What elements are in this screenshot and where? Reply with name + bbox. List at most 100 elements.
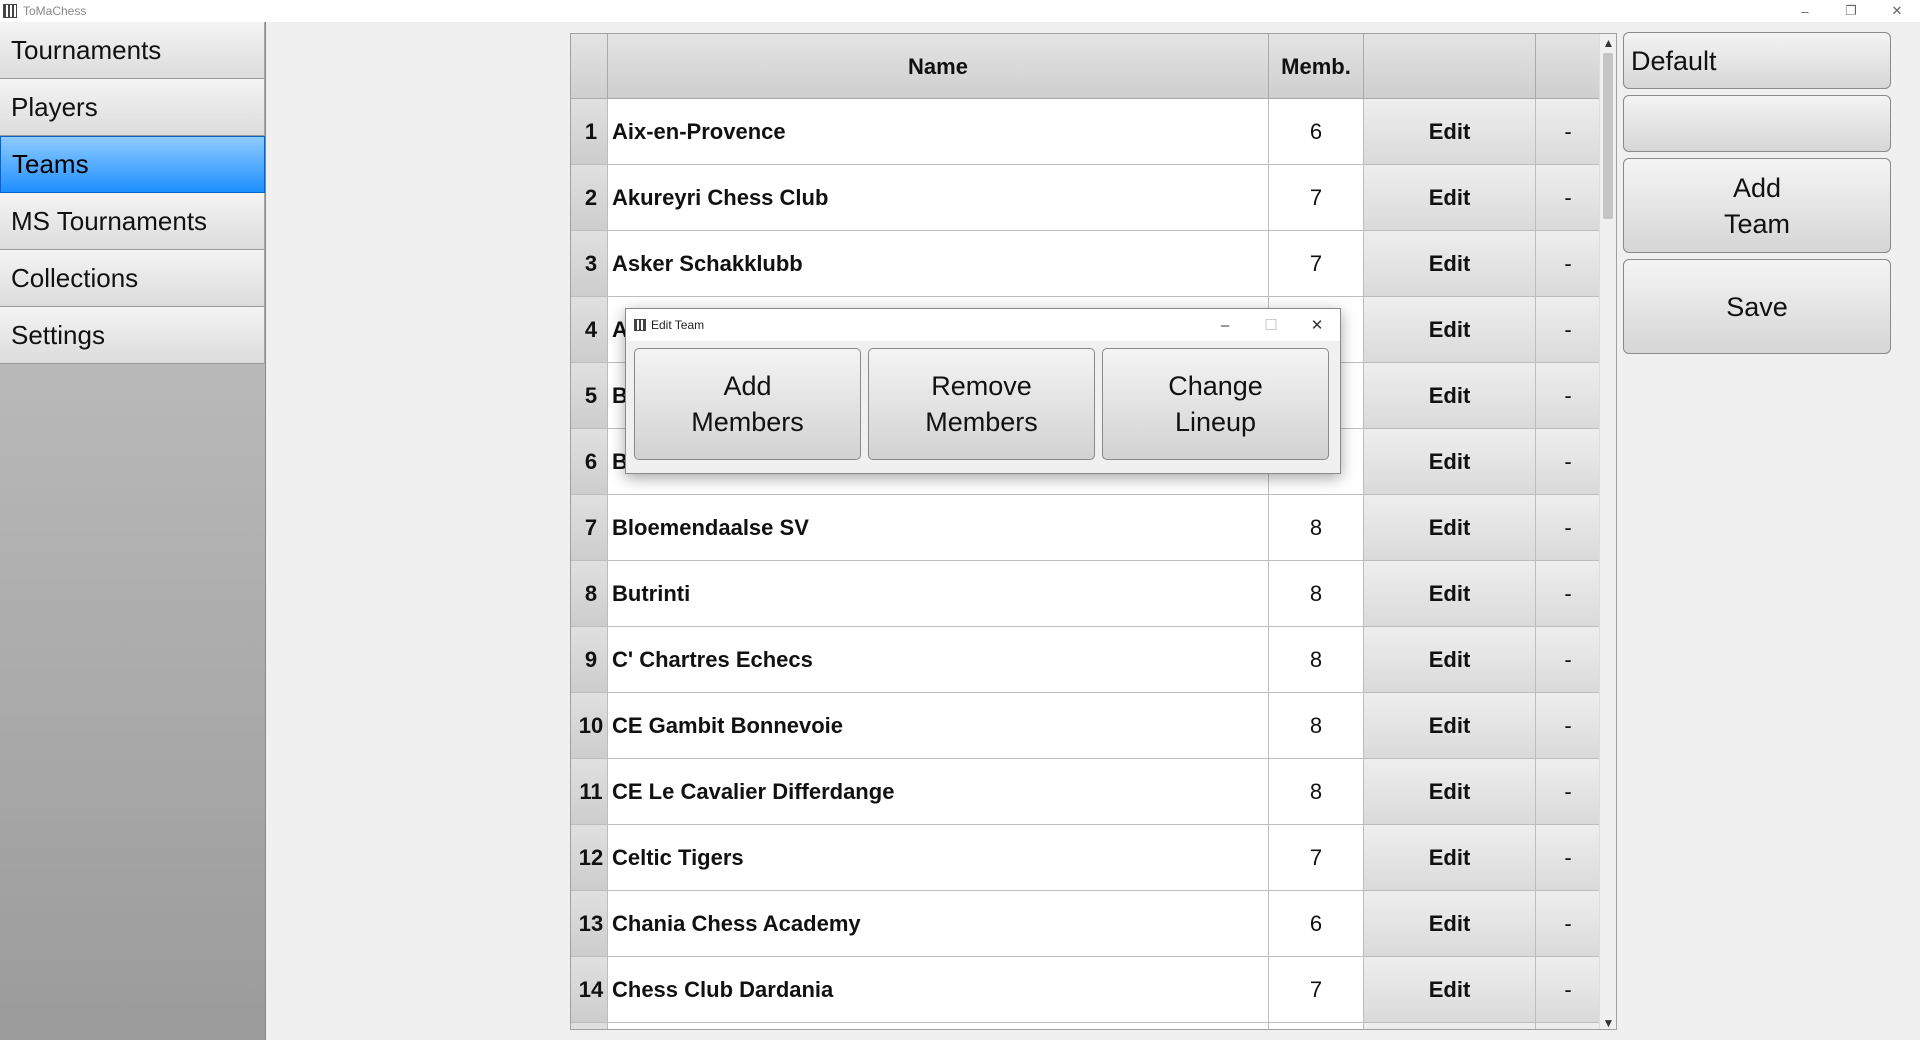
blank-button[interactable] [1623, 95, 1891, 152]
table-scrollbar[interactable]: ▲ ▼ [1599, 34, 1616, 1030]
scrollbar-thumb[interactable] [1603, 53, 1613, 219]
team-name: CE Gambit Bonnevoie [608, 693, 1269, 758]
header-name[interactable]: Name [608, 34, 1269, 99]
sidebar-item-teams[interactable]: Teams [0, 136, 265, 193]
scroll-up-icon[interactable]: ▲ [1600, 34, 1616, 51]
edit-team-dialog: Edit Team – ☐ ✕ Add Members Remove Membe… [625, 308, 1341, 474]
close-icon[interactable]: ✕ [1874, 0, 1920, 22]
dialog-maximize-icon: ☐ [1264, 317, 1278, 334]
add-members-button[interactable]: Add Members [634, 348, 861, 460]
default-button[interactable]: Default [1623, 32, 1891, 89]
table-body: 1 Aix-en-Provence 6 Edit -2 Akureyri Chess Cl… [571, 99, 1601, 1029]
edit-button[interactable]: Edit [1364, 627, 1536, 692]
row-index: 7 [571, 495, 608, 560]
row-index: 1 [571, 99, 608, 164]
remove-button[interactable] [1536, 1023, 1601, 1029]
edit-button[interactable]: Edit [1364, 231, 1536, 296]
edit-button[interactable]: Edit [1364, 99, 1536, 164]
table-row[interactable]: 9 C' Chartres Echecs 8 Edit - [571, 627, 1601, 693]
remove-button[interactable]: - [1536, 891, 1601, 956]
edit-button[interactable]: Edit [1364, 891, 1536, 956]
row-index: 14 [571, 957, 608, 1022]
edit-button[interactable]: Edit [1364, 363, 1536, 428]
edit-button[interactable]: Edit [1364, 429, 1536, 494]
right-panel: Default Add Team Save [1623, 32, 1891, 360]
dialog-minimize-icon[interactable]: – [1202, 309, 1248, 341]
add-team-button[interactable]: Add Team [1623, 158, 1891, 253]
table-row[interactable] [571, 1023, 1601, 1029]
edit-button[interactable]: Edit [1364, 693, 1536, 758]
remove-button[interactable]: - [1536, 165, 1601, 230]
minimize-icon[interactable]: – [1782, 0, 1828, 22]
member-count: 7 [1269, 825, 1364, 890]
edit-button[interactable]: Edit [1364, 561, 1536, 626]
team-name: CE Le Cavalier Differdange [608, 759, 1269, 824]
remove-members-button[interactable]: Remove Members [868, 348, 1095, 460]
edit-button[interactable]: Edit [1364, 297, 1536, 362]
window-title: ToMaChess [23, 4, 87, 18]
table-row[interactable]: 7 Bloemendaalse SV 8 Edit - [571, 495, 1601, 561]
app-icon [3, 4, 17, 18]
table-row[interactable]: 8 Butrinti 8 Edit - [571, 561, 1601, 627]
member-count [1269, 1023, 1364, 1029]
remove-button[interactable]: - [1536, 693, 1601, 758]
sidebar-item-collections[interactable]: Collections [0, 250, 265, 307]
team-name [608, 1023, 1269, 1029]
edit-button[interactable]: Edit [1364, 825, 1536, 890]
table-row[interactable]: 14 Chess Club Dardania 7 Edit - [571, 957, 1601, 1023]
edit-button[interactable] [1364, 1023, 1536, 1029]
edit-button[interactable]: Edit [1364, 957, 1536, 1022]
sidebar-item-tournaments[interactable]: Tournaments [0, 22, 265, 79]
remove-button[interactable]: - [1536, 297, 1601, 362]
member-count: 6 [1269, 99, 1364, 164]
sidebar-item-settings[interactable]: Settings [0, 307, 265, 364]
member-count: 8 [1269, 627, 1364, 692]
remove-button[interactable]: - [1536, 429, 1601, 494]
remove-button[interactable]: - [1536, 957, 1601, 1022]
table-row[interactable]: 13 Chania Chess Academy 6 Edit - [571, 891, 1601, 957]
dialog-app-icon [634, 319, 646, 331]
team-name: Chania Chess Academy [608, 891, 1269, 956]
row-index: 3 [571, 231, 608, 296]
remove-button[interactable]: - [1536, 99, 1601, 164]
edit-button[interactable]: Edit [1364, 759, 1536, 824]
edit-button[interactable]: Edit [1364, 495, 1536, 560]
restore-icon[interactable]: ❐ [1828, 0, 1874, 22]
header-members[interactable]: Memb. [1269, 34, 1364, 99]
remove-button[interactable]: - [1536, 825, 1601, 890]
save-button[interactable]: Save [1623, 259, 1891, 354]
row-index: 13 [571, 891, 608, 956]
member-count: 7 [1269, 231, 1364, 296]
sidebar-item-players[interactable]: Players [0, 79, 265, 136]
remove-button[interactable]: - [1536, 363, 1601, 428]
team-name: Asker Schakklubb [608, 231, 1269, 296]
window-controls: – ❐ ✕ [1782, 0, 1920, 22]
header-edit [1364, 34, 1536, 99]
table-row[interactable]: 12 Celtic Tigers 7 Edit - [571, 825, 1601, 891]
row-index [571, 1023, 608, 1029]
remove-button[interactable]: - [1536, 759, 1601, 824]
remove-button[interactable]: - [1536, 231, 1601, 296]
remove-button[interactable]: - [1536, 561, 1601, 626]
table-row[interactable]: 10 CE Gambit Bonnevoie 8 Edit - [571, 693, 1601, 759]
change-lineup-button[interactable]: Change Lineup [1102, 348, 1329, 460]
row-index: 12 [571, 825, 608, 890]
dialog-close-icon[interactable]: ✕ [1294, 309, 1340, 341]
row-index: 5 [571, 363, 608, 428]
member-count: 8 [1269, 561, 1364, 626]
member-count: 6 [1269, 891, 1364, 956]
table-row[interactable]: 11 CE Le Cavalier Differdange 8 Edit - [571, 759, 1601, 825]
row-index: 4 [571, 297, 608, 362]
member-count: 7 [1269, 165, 1364, 230]
remove-button[interactable]: - [1536, 495, 1601, 560]
edit-button[interactable]: Edit [1364, 165, 1536, 230]
sidebar-item-ms-tournaments[interactable]: MS Tournaments [0, 193, 265, 250]
team-name: Celtic Tigers [608, 825, 1269, 890]
remove-button[interactable]: - [1536, 627, 1601, 692]
dialog-title: Edit Team [651, 318, 705, 332]
table-row[interactable]: 1 Aix-en-Provence 6 Edit - [571, 99, 1601, 165]
table-row[interactable]: 3 Asker Schakklubb 7 Edit - [571, 231, 1601, 297]
scroll-down-icon[interactable]: ▼ [1600, 1014, 1616, 1030]
table-row[interactable]: 2 Akureyri Chess Club 7 Edit - [571, 165, 1601, 231]
dialog-titlebar: Edit Team – ☐ ✕ [626, 309, 1340, 341]
